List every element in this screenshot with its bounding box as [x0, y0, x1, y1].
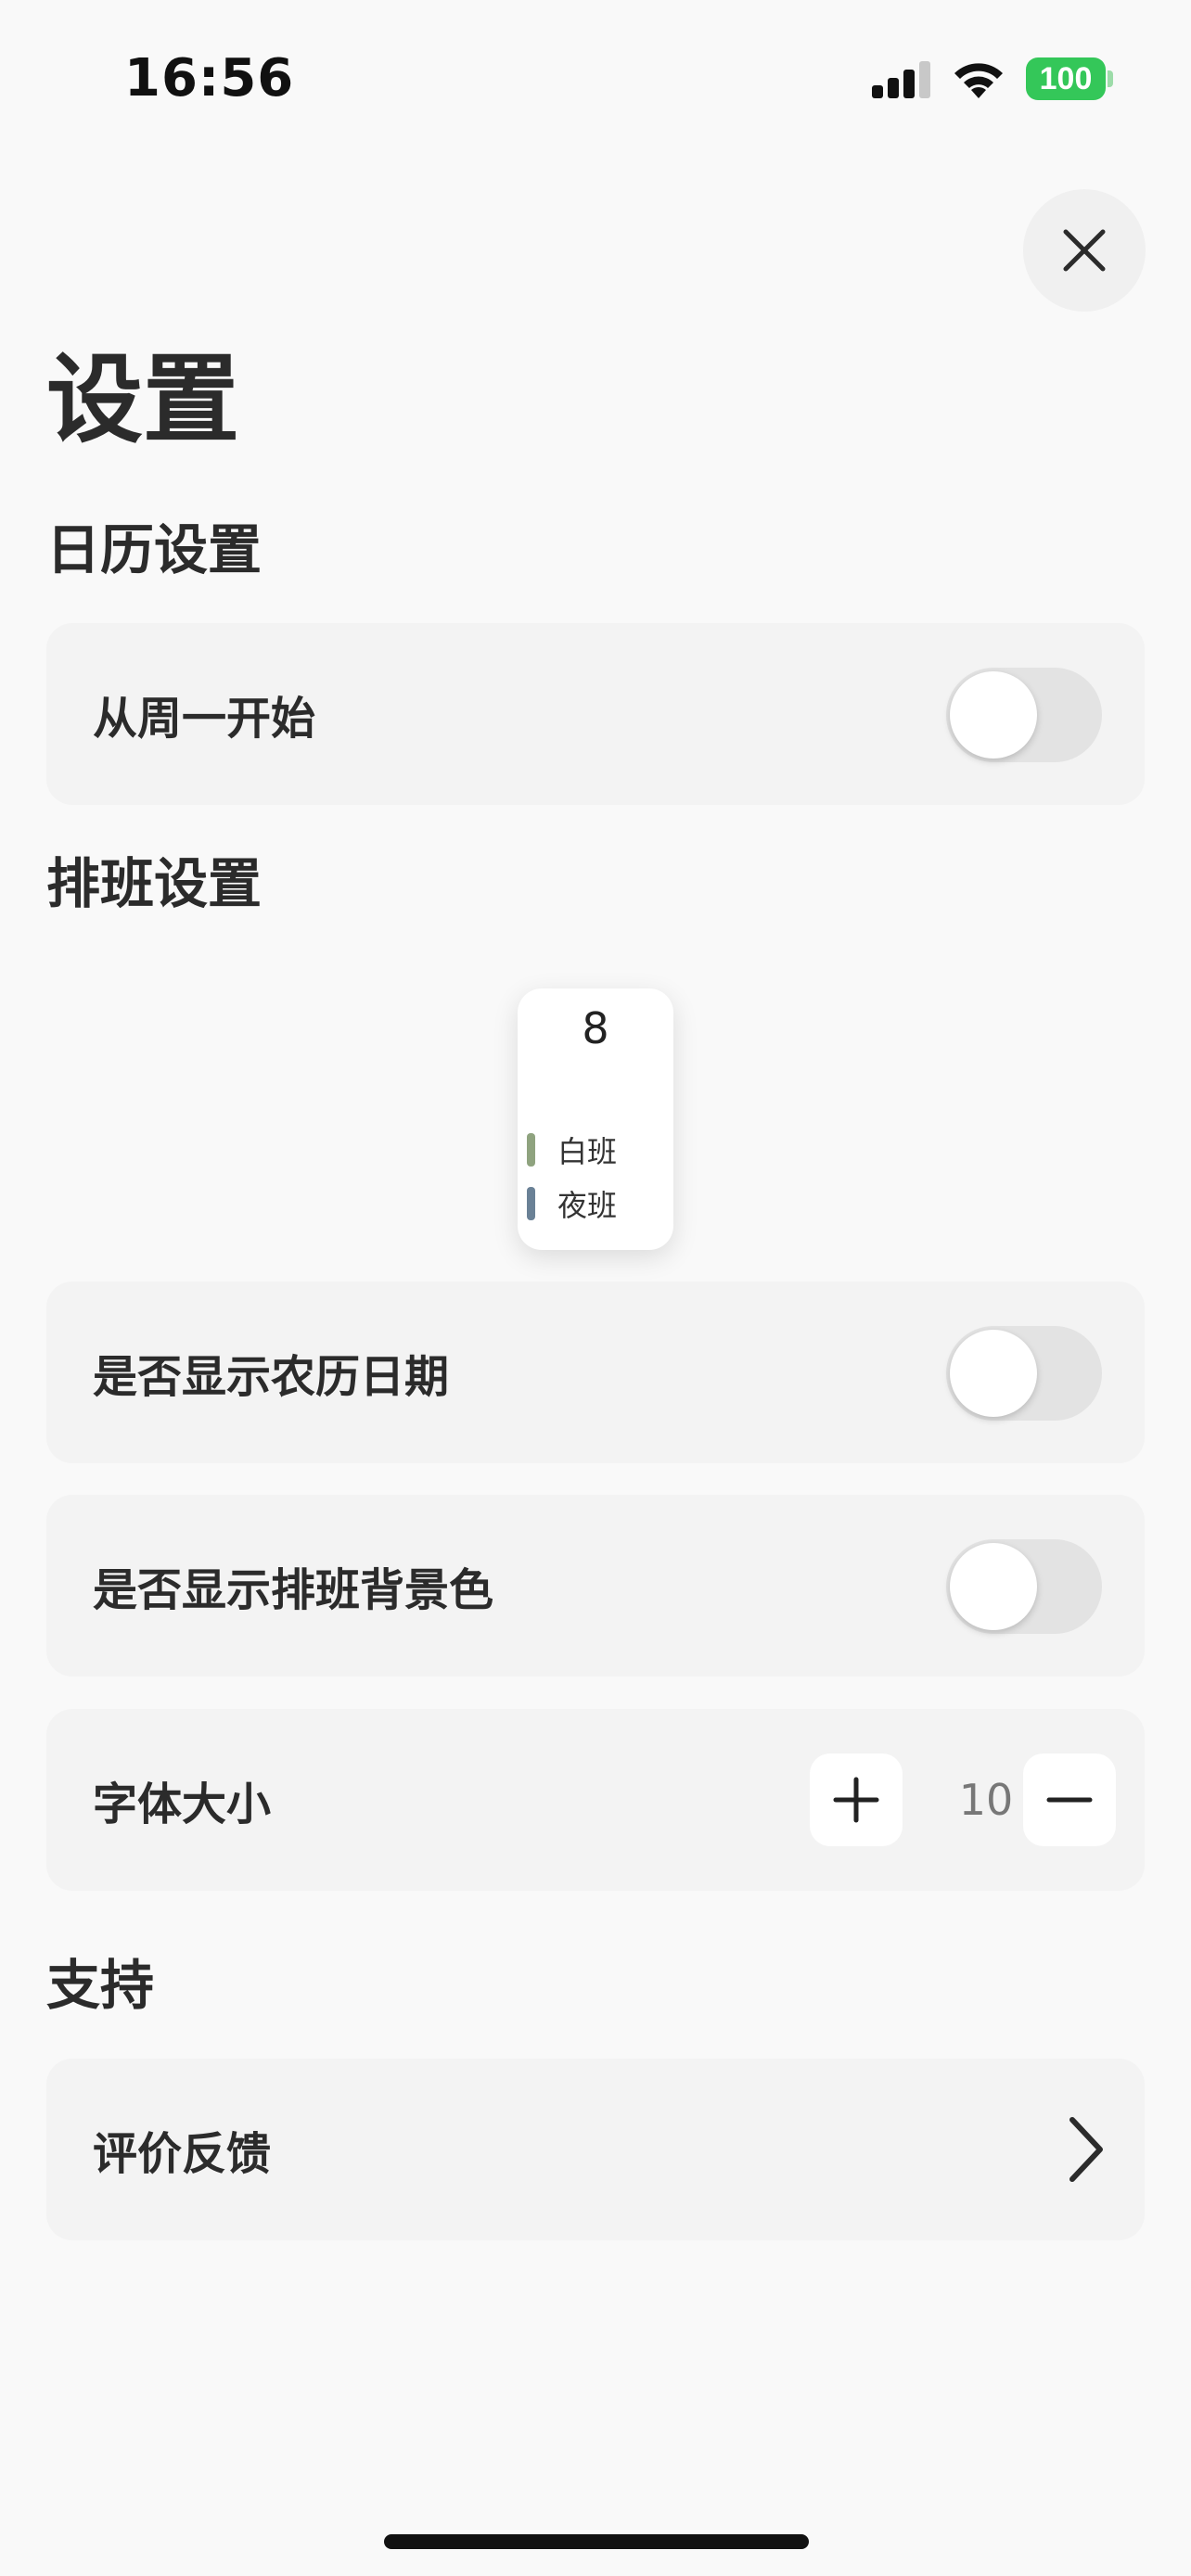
status-bar: 16:56 100: [0, 0, 1191, 158]
section-title-shift: 排班设置: [46, 852, 263, 915]
page-title: 设置: [46, 343, 240, 456]
battery-tip: [1108, 70, 1113, 87]
status-time: 16:56: [124, 48, 295, 108]
close-icon: [1063, 229, 1106, 272]
chevron-right-icon: [1069, 2117, 1103, 2182]
toggle-knob: [950, 1330, 1037, 1417]
shift-label: 夜班: [557, 1188, 618, 1223]
preview-day-number: 8: [582, 1003, 609, 1053]
shift-color-bar: [527, 1187, 535, 1220]
battery-level: 100: [1039, 60, 1093, 96]
font-size-row: 字体大小 10: [46, 1709, 1145, 1891]
feedback-label: 评价反馈: [93, 2128, 272, 2180]
feedback-row[interactable]: 评价反馈: [46, 2059, 1145, 2240]
shift-color-bar: [527, 1133, 535, 1167]
font-size-label: 字体大小: [93, 1779, 272, 1830]
shift-bg-color-label: 是否显示排班背景色: [93, 1564, 494, 1616]
close-button[interactable]: [1023, 189, 1146, 312]
preview-shift-day: 白班: [527, 1131, 618, 1169]
font-size-decrease-button[interactable]: [1023, 1753, 1116, 1846]
shift-preview-card: 8 白班 夜班: [518, 988, 673, 1250]
shift-label: 白班: [557, 1134, 618, 1169]
preview-shift-night: 夜班: [527, 1185, 618, 1223]
minus-icon: [1046, 1797, 1093, 1803]
lunar-label: 是否显示农历日期: [93, 1351, 450, 1403]
font-size-value: 10: [958, 1775, 1014, 1825]
font-size-increase-button[interactable]: [810, 1753, 903, 1846]
week-start-label: 从周一开始: [93, 693, 316, 745]
lunar-row: 是否显示农历日期: [46, 1282, 1145, 1463]
week-start-toggle[interactable]: [946, 668, 1102, 762]
cellular-signal-icon: [872, 61, 931, 98]
toggle-knob: [950, 1543, 1037, 1630]
section-title-calendar: 日历设置: [46, 518, 263, 581]
battery-icon: 100: [1026, 57, 1106, 100]
home-indicator: [384, 2534, 809, 2549]
wifi-icon: [954, 63, 1003, 98]
week-start-row: 从周一开始: [46, 623, 1145, 805]
section-title-support: 支持: [46, 1954, 155, 2017]
toggle-knob: [950, 671, 1037, 759]
shift-bg-color-toggle[interactable]: [946, 1539, 1102, 1634]
lunar-toggle[interactable]: [946, 1326, 1102, 1421]
plus-icon: [833, 1777, 879, 1823]
shift-bg-color-row: 是否显示排班背景色: [46, 1495, 1145, 1677]
